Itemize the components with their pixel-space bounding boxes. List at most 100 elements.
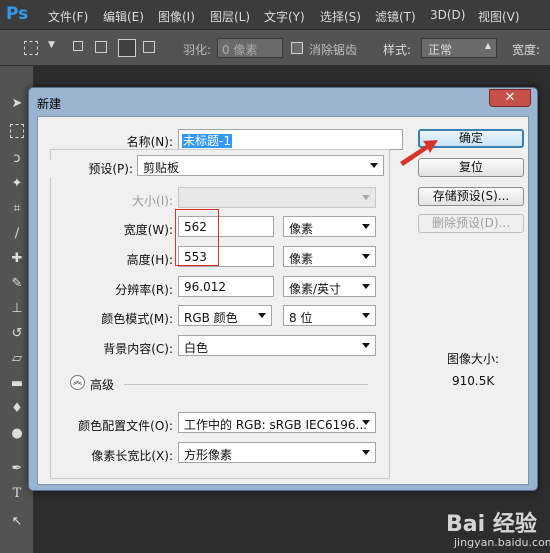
blur-tool-icon[interactable]: ♦ bbox=[9, 401, 25, 417]
style-dropdown-icon: ▲ bbox=[484, 41, 491, 50]
color-profile-select[interactable]: 工作中的 RGB: sRGB IEC6196... bbox=[178, 412, 376, 433]
menu-edit[interactable]: 编辑(E) bbox=[103, 8, 144, 25]
bit-depth-select[interactable]: 8 位 bbox=[283, 305, 376, 326]
height-unit-value: 像素 bbox=[289, 252, 314, 266]
feather-label: 羽化: bbox=[183, 43, 212, 57]
gradient-tool-icon[interactable]: ▬ bbox=[9, 376, 25, 392]
healing-brush-tool-icon[interactable]: ✚ bbox=[9, 251, 25, 267]
eraser-tool-icon[interactable]: ▱ bbox=[9, 351, 25, 367]
annotation-box bbox=[175, 209, 219, 266]
color-mode-dropdown-icon bbox=[258, 313, 266, 318]
size-label: 大小(I): bbox=[132, 194, 173, 208]
move-tool-icon[interactable]: ➤ bbox=[9, 96, 25, 112]
lasso-tool-icon[interactable]: ↄ bbox=[9, 151, 25, 167]
bit-depth-dropdown-icon bbox=[362, 313, 370, 318]
add-selection-icon[interactable] bbox=[95, 41, 107, 53]
resolution-input[interactable]: 96.012 bbox=[178, 276, 274, 297]
resolution-unit-select[interactable]: 像素/英寸 bbox=[283, 276, 376, 297]
menu-image[interactable]: 图像(I) bbox=[158, 8, 195, 25]
color-mode-label: 颜色模式(M): bbox=[101, 312, 173, 326]
brush-tool-icon[interactable]: ✎ bbox=[9, 276, 25, 292]
preset-value: 剪贴板 bbox=[143, 161, 180, 175]
image-size-value: 910.5K bbox=[452, 374, 495, 388]
type-tool-icon[interactable]: T bbox=[9, 486, 25, 502]
height-unit-select[interactable]: 像素 bbox=[283, 246, 376, 267]
rect-marquee-tool-icon[interactable] bbox=[10, 124, 24, 138]
options-bar: ▼ 羽化: 0 像素 消除锯齿 样式: 正常 ▲ 宽度: bbox=[0, 30, 550, 66]
close-icon[interactable]: ✕ bbox=[489, 89, 531, 107]
delete-preset-button: 删除预设(D)... bbox=[418, 214, 524, 233]
marquee-tool-icon[interactable] bbox=[24, 41, 38, 55]
path-selection-tool-icon[interactable]: ↖ bbox=[9, 514, 25, 530]
style-select[interactable]: 正常 ▲ bbox=[421, 38, 497, 58]
pixel-aspect-label: 像素长宽比(X): bbox=[91, 449, 173, 463]
width-label: 宽度(W): bbox=[123, 223, 173, 237]
menu-bar: Ps 文件(F) 编辑(E) 图像(I) 图层(L) 文字(Y) 选择(S) 滤… bbox=[0, 0, 550, 30]
antialias-label: 消除锯齿 bbox=[309, 43, 358, 57]
background-value: 白色 bbox=[184, 341, 209, 355]
color-mode-value: RGB 颜色 bbox=[184, 311, 238, 325]
subtract-selection-icon[interactable] bbox=[118, 39, 136, 57]
menu-layer[interactable]: 图层(L) bbox=[210, 8, 250, 25]
size-dropdown-icon bbox=[362, 195, 370, 200]
color-profile-label: 颜色配置文件(O): bbox=[78, 419, 173, 433]
pixel-aspect-select[interactable]: 方形像素 bbox=[178, 442, 376, 463]
watermark-url: jingyan.baidu.com bbox=[454, 536, 550, 549]
menu-3d[interactable]: 3D(D) bbox=[430, 8, 465, 22]
width-label: 宽度: bbox=[512, 43, 541, 57]
background-select[interactable]: 白色 bbox=[178, 335, 376, 356]
pen-tool-icon[interactable]: ✒ bbox=[9, 461, 25, 477]
photoshop-logo: Ps bbox=[6, 4, 29, 24]
width-unit-value: 像素 bbox=[289, 222, 314, 236]
style-value: 正常 bbox=[428, 43, 453, 57]
advanced-divider bbox=[124, 384, 368, 385]
menu-type[interactable]: 文字(Y) bbox=[264, 8, 305, 25]
resolution-unit-dropdown-icon bbox=[362, 284, 370, 289]
name-input[interactable]: 未标题-1 bbox=[178, 129, 403, 150]
color-profile-value: 工作中的 RGB: sRGB IEC6196... bbox=[184, 418, 367, 432]
resolution-label: 分辨率(R): bbox=[115, 283, 173, 297]
width-unit-select[interactable]: 像素 bbox=[283, 216, 376, 237]
annotation-arrow bbox=[400, 140, 438, 166]
new-selection-icon[interactable] bbox=[73, 41, 83, 51]
dialog-title: 新建 bbox=[37, 97, 62, 111]
menu-select[interactable]: 选择(S) bbox=[320, 8, 361, 25]
eyedropper-tool-icon[interactable]: ∕ bbox=[9, 226, 25, 242]
name-label: 名称(N): bbox=[126, 135, 173, 149]
image-size-label: 图像大小: bbox=[447, 352, 500, 366]
bit-depth-value: 8 位 bbox=[289, 311, 313, 325]
menu-view[interactable]: 视图(V) bbox=[478, 8, 520, 25]
style-label: 样式: bbox=[383, 43, 412, 57]
width-unit-dropdown-icon bbox=[362, 224, 370, 229]
preset-dropdown-icon bbox=[370, 163, 378, 168]
intersect-selection-icon[interactable] bbox=[143, 41, 155, 53]
advanced-label: 高级 bbox=[90, 378, 115, 392]
annotation-arrow-shape bbox=[400, 140, 438, 166]
height-label: 高度(H): bbox=[126, 253, 173, 267]
size-select bbox=[178, 187, 376, 208]
history-brush-tool-icon[interactable]: ↺ bbox=[9, 326, 25, 342]
clone-stamp-tool-icon[interactable]: ⊥ bbox=[9, 301, 25, 317]
menu-file[interactable]: 文件(F) bbox=[48, 8, 88, 25]
watermark-logo: Bai 经验 bbox=[446, 512, 537, 537]
crop-tool-icon[interactable]: ⌗ bbox=[9, 201, 25, 217]
pixel-aspect-dropdown-icon bbox=[362, 450, 370, 455]
preset-select[interactable]: 剪贴板 bbox=[137, 155, 384, 176]
background-dropdown-icon bbox=[362, 343, 370, 348]
dodge-tool-icon[interactable]: ● bbox=[9, 426, 25, 442]
tool-preset-dropdown-icon[interactable]: ▼ bbox=[48, 40, 55, 50]
menu-filter[interactable]: 滤镜(T) bbox=[375, 8, 416, 25]
preset-label: 预设(P): bbox=[48, 160, 133, 177]
dialog-body: 名称(N): 未标题-1 预设(P): 剪贴板 大小(I): 宽度(W): 56… bbox=[37, 116, 529, 485]
save-preset-button[interactable]: 存储预设(S)... bbox=[418, 187, 524, 206]
color-mode-select[interactable]: RGB 颜色 bbox=[178, 305, 272, 326]
feather-input[interactable]: 0 像素 bbox=[217, 38, 283, 58]
advanced-collapse-icon[interactable]: ︽ bbox=[70, 375, 85, 390]
resolution-unit-value: 像素/英寸 bbox=[289, 282, 342, 296]
pixel-aspect-value: 方形像素 bbox=[184, 448, 233, 462]
name-value: 未标题-1 bbox=[182, 134, 232, 148]
color-profile-dropdown-icon bbox=[362, 420, 370, 425]
magic-wand-tool-icon[interactable]: ✦ bbox=[9, 176, 25, 192]
antialias-checkbox[interactable] bbox=[291, 42, 303, 54]
new-document-dialog: 新建 ✕ 名称(N): 未标题-1 预设(P): 剪贴板 大小(I): 宽度(W… bbox=[28, 87, 538, 491]
